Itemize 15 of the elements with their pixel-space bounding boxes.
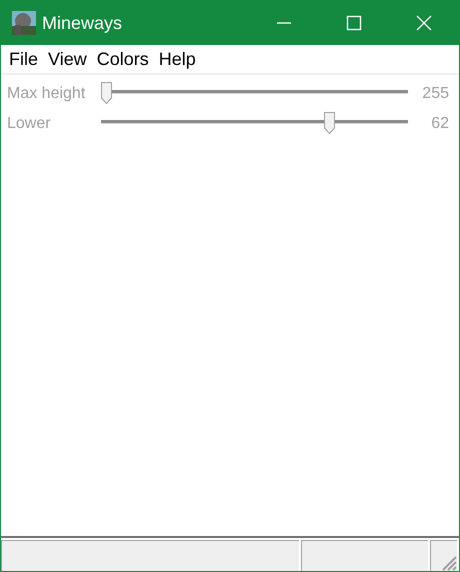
menu-item[interactable]: Colors [92, 48, 154, 70]
menu-item[interactable]: View [43, 48, 92, 70]
window-title: Mineways [42, 12, 124, 34]
slider-label: Max height [6, 85, 86, 103]
maximize-icon [346, 15, 362, 31]
slider[interactable] [101, 112, 408, 136]
close-icon [416, 15, 432, 31]
slider[interactable] [101, 82, 408, 106]
menu-item[interactable]: Help [154, 48, 201, 70]
minimize-icon [276, 22, 292, 24]
menu-item[interactable]: File [4, 48, 44, 70]
slider-label: Lower [6, 115, 52, 133]
slider-value: 62 [430, 115, 449, 133]
app-icon [12, 11, 36, 35]
slider-value: 255 [421, 85, 449, 103]
